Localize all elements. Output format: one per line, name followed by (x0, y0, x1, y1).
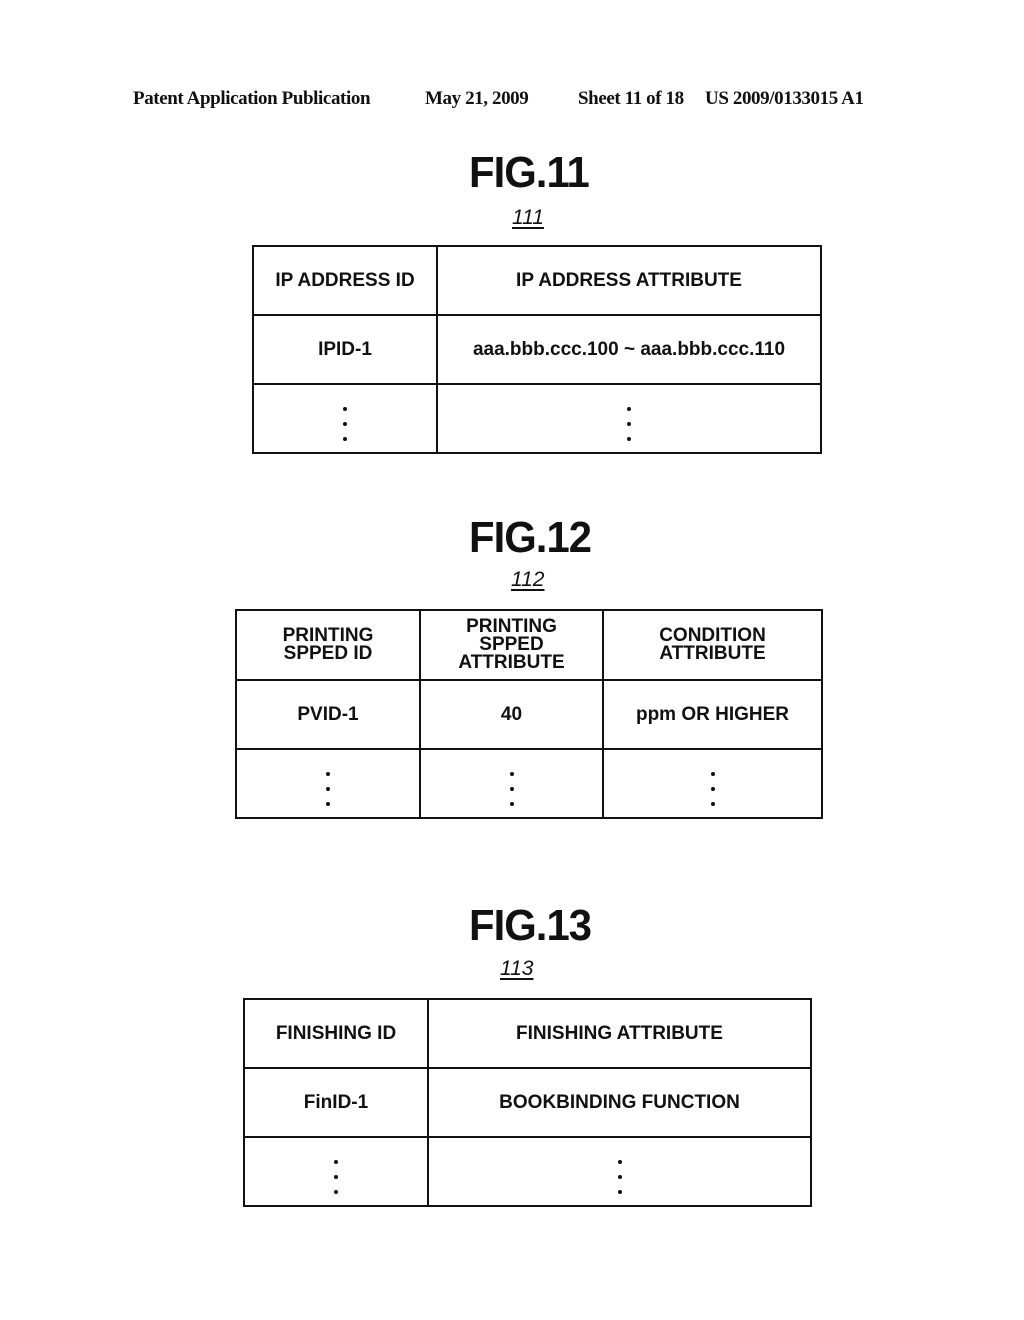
column-header: FINISHING ID (243, 998, 429, 1069)
table-cell: 40 (419, 679, 604, 750)
table-row: FinID-1 BOOKBINDING FUNCTION (243, 1067, 812, 1138)
table-row: IPID-1 aaa.bbb.ccc.100 ~ aaa.bbb.ccc.110 (252, 314, 822, 385)
table-cell: IPID-1 (252, 314, 438, 385)
figure-title: FIG.12 (469, 513, 592, 562)
vertical-ellipsis-icon (627, 407, 631, 441)
figure-reference: 112 (511, 568, 545, 591)
printing-speed-table: PRINTING SPPED ID PRINTING SPPED ATTRIBU… (235, 609, 823, 819)
column-header: PRINTING SPPED ID (235, 609, 421, 681)
vertical-ellipsis-icon (334, 1160, 338, 1194)
table-cell: PVID-1 (235, 679, 421, 750)
ellipsis-cell (427, 1136, 812, 1207)
publication-date: May 21, 2009 (425, 88, 529, 109)
vertical-ellipsis-icon (617, 1160, 622, 1194)
table-cell: aaa.bbb.ccc.100 ~ aaa.bbb.ccc.110 (436, 314, 822, 385)
table-header-row: IP ADDRESS ID IP ADDRESS ATTRIBUTE (252, 245, 822, 316)
ellipsis-cell (419, 748, 604, 819)
figure-reference: 111 (512, 206, 544, 229)
table-cell: BOOKBINDING FUNCTION (427, 1067, 812, 1138)
continuation-row (252, 383, 822, 454)
column-header: FINISHING ATTRIBUTE (427, 998, 812, 1069)
column-header: IP ADDRESS ID (252, 245, 438, 316)
table-row: PVID-1 40 ppm OR HIGHER (235, 679, 823, 750)
vertical-ellipsis-icon (343, 407, 347, 441)
table-cell: FinID-1 (243, 1067, 429, 1138)
figure-reference: 113 (500, 957, 534, 980)
table-header-row: PRINTING SPPED ID PRINTING SPPED ATTRIBU… (235, 609, 823, 681)
figure-title: FIG.11 (469, 148, 590, 197)
ellipsis-cell (235, 748, 421, 819)
column-header-text: CONDITION ATTRIBUTE (659, 624, 766, 664)
table-cell: ppm OR HIGHER (602, 679, 823, 750)
finishing-table: FINISHING ID FINISHING ATTRIBUTE FinID-1… (243, 998, 812, 1207)
vertical-ellipsis-icon (326, 772, 330, 806)
column-header-text: PRINTING SPPED ID (282, 624, 374, 664)
table-header-row: FINISHING ID FINISHING ATTRIBUTE (243, 998, 812, 1069)
vertical-ellipsis-icon (509, 772, 514, 806)
patent-number: US 2009/0133015 A1 (705, 88, 864, 109)
ip-address-table: IP ADDRESS ID IP ADDRESS ATTRIBUTE IPID-… (252, 245, 822, 454)
continuation-row (243, 1136, 812, 1207)
column-header: CONDITION ATTRIBUTE (602, 609, 823, 681)
column-header-text: PRINTING SPPED ATTRIBUTE (458, 615, 565, 674)
sheet-number: Sheet 11 of 18 (578, 88, 684, 109)
publication-label: Patent Application Publication (133, 88, 371, 109)
continuation-row (235, 748, 823, 819)
ellipsis-cell (243, 1136, 429, 1207)
column-header: PRINTING SPPED ATTRIBUTE (419, 609, 604, 681)
ellipsis-cell (252, 383, 438, 454)
vertical-ellipsis-icon (710, 772, 715, 806)
column-header: IP ADDRESS ATTRIBUTE (436, 245, 822, 316)
ellipsis-cell (602, 748, 823, 819)
ellipsis-cell (436, 383, 822, 454)
figure-title: FIG.13 (469, 901, 592, 950)
page-header: Patent Application Publication May 21, 2… (0, 88, 1024, 114)
